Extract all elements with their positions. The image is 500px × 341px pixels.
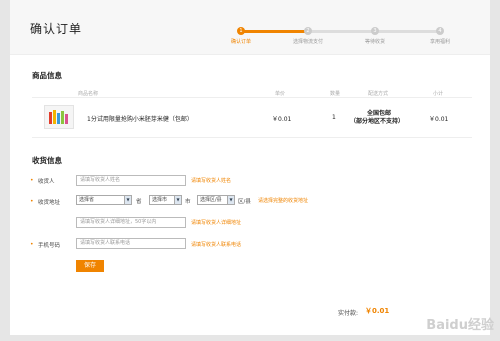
required-marker: • bbox=[30, 198, 34, 205]
col-subtotal: 小计 bbox=[433, 91, 444, 97]
step-dot-2: 2 bbox=[304, 27, 312, 35]
address-hint: 请选择完整的收货地址 bbox=[258, 198, 309, 204]
product-subtotal: ￥0.01 bbox=[429, 116, 449, 123]
province-select[interactable]: 选择省 ▼ bbox=[76, 195, 132, 205]
page-title: 确认订单 bbox=[30, 22, 83, 36]
phone-label: 手机号码 bbox=[38, 243, 61, 249]
district-suffix: 区/县 bbox=[238, 199, 251, 205]
receiver-input[interactable]: 请填写收货人姓名 bbox=[76, 175, 186, 186]
district-select-value: 选择区/县 bbox=[200, 197, 222, 203]
city-suffix: 市 bbox=[185, 199, 191, 205]
address-detail-input[interactable]: 请填写收货人详细地址，50字以内 bbox=[76, 217, 186, 228]
required-marker: • bbox=[30, 241, 34, 248]
baidu-watermark: Baidu经验 bbox=[426, 318, 494, 333]
phone-input[interactable]: 请填写收货人联系电话 bbox=[76, 238, 186, 249]
step-dot-3: 3 bbox=[371, 27, 379, 35]
step-label-4: 享用福利 bbox=[429, 39, 450, 45]
progress-steps: 1 2 3 4 bbox=[236, 27, 444, 35]
col-price: 单价 bbox=[275, 91, 286, 97]
address-section-title: 收货信息 bbox=[32, 156, 62, 165]
table-row: 1分试用限量抢购小米胚芽米健（包邮） ￥0.01 1 全国包邮 （部分地区不支持… bbox=[32, 98, 472, 138]
header-bar: 确认订单 1 2 3 4 确认订单 选择物流支付 等待收货 享用福利 bbox=[10, 0, 490, 55]
step-label-1: 确认订单 bbox=[230, 39, 251, 45]
col-name: 商品名称 bbox=[78, 91, 99, 97]
receiver-label: 收货人 bbox=[38, 179, 55, 185]
step-label-3: 等待收货 bbox=[364, 39, 385, 45]
city-select-value: 选择市 bbox=[152, 197, 168, 203]
province-select-value: 选择省 bbox=[79, 197, 95, 203]
total-label: 实付款: bbox=[338, 310, 359, 317]
address-detail-hint: 请填写收货人详细地址 bbox=[191, 220, 242, 226]
save-button[interactable]: 保存 bbox=[76, 260, 104, 272]
product-qty: 1 bbox=[332, 114, 336, 121]
step-dot-1: 1 bbox=[237, 27, 245, 35]
goods-section-title: 商品信息 bbox=[32, 71, 62, 80]
product-price: ￥0.01 bbox=[272, 116, 292, 123]
receiver-hint: 请填写收货人姓名 bbox=[191, 178, 232, 184]
product-name[interactable]: 1分试用限量抢购小米胚芽米健（包邮） bbox=[87, 114, 193, 123]
step-dot-4: 4 bbox=[436, 27, 444, 35]
province-suffix: 省 bbox=[136, 199, 142, 205]
required-marker: • bbox=[30, 177, 34, 184]
chevron-down-icon: ▼ bbox=[227, 196, 234, 204]
col-shipping: 配送方式 bbox=[368, 91, 389, 97]
total-value: ￥0.01 bbox=[365, 307, 390, 315]
district-select[interactable]: 选择区/县 ▼ bbox=[197, 195, 235, 205]
chevron-down-icon: ▼ bbox=[174, 196, 181, 204]
progress-track-active bbox=[241, 30, 309, 33]
order-page: 确认订单 1 2 3 4 确认订单 选择物流支付 等待收货 享用福利 商品信息 … bbox=[10, 0, 490, 335]
chevron-down-icon: ▼ bbox=[124, 196, 131, 204]
address-label: 收货地址 bbox=[38, 200, 61, 206]
city-select[interactable]: 选择市 ▼ bbox=[149, 195, 182, 205]
phone-hint: 请填写收货人联系电话 bbox=[191, 242, 242, 248]
step-label-2: 选择物流支付 bbox=[292, 39, 323, 45]
col-qty: 数量 bbox=[330, 91, 341, 97]
shipping-note: （部分地区不支持） bbox=[350, 118, 405, 125]
product-thumbnail[interactable] bbox=[44, 105, 74, 129]
